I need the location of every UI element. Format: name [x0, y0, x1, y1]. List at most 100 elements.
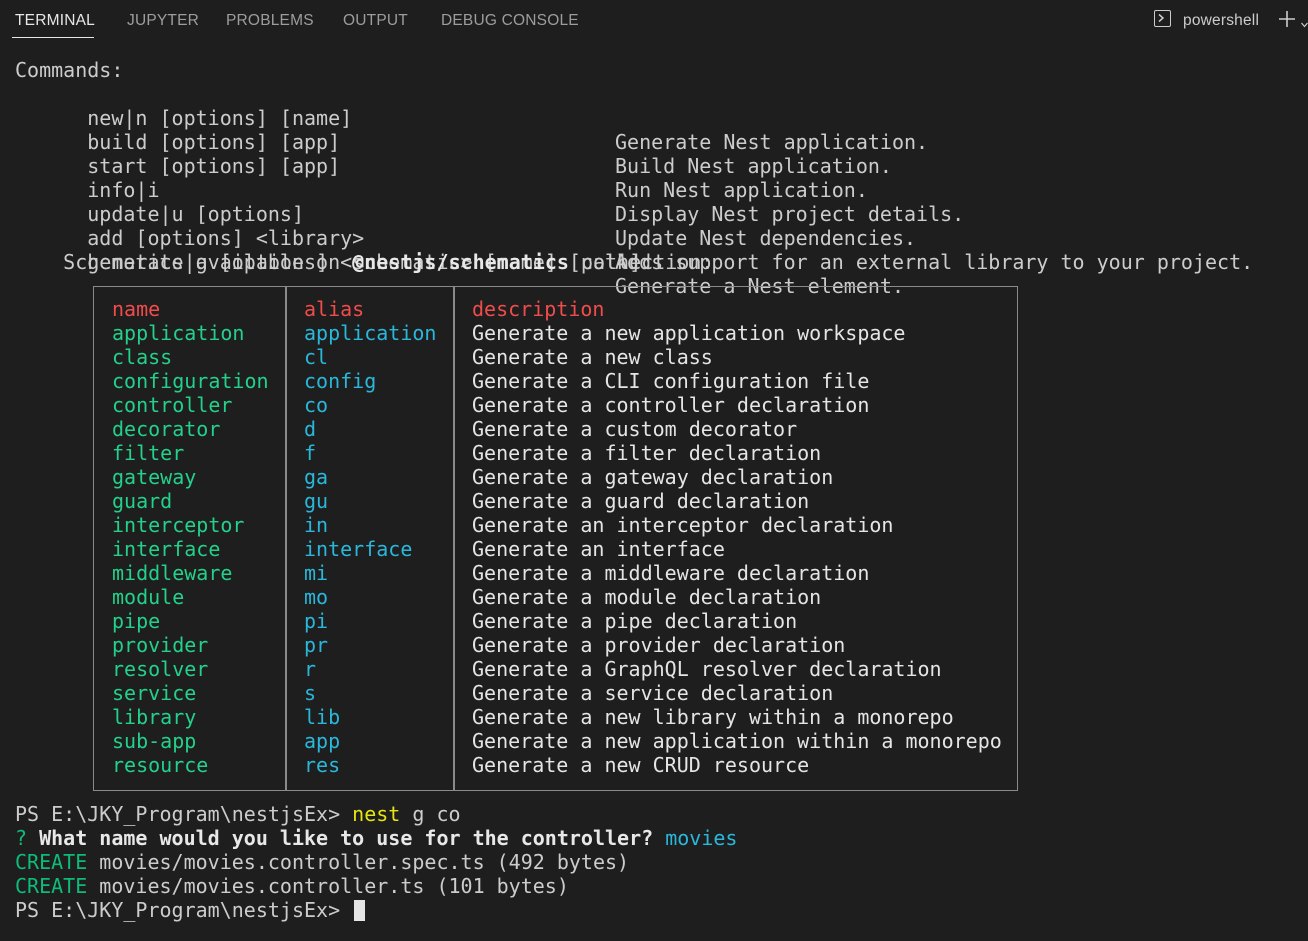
schematic-description: Generate a module declaration	[472, 585, 822, 609]
schematic-description: Generate a service declaration	[472, 681, 834, 705]
schematic-name: guard	[112, 489, 173, 513]
create-tag: CREATE	[15, 850, 88, 874]
schematic-alias: config	[304, 369, 377, 393]
schematic-name: interface	[112, 537, 221, 561]
prompt-line: PS E:\JKY_Program\nestjsEx> nest g co	[15, 802, 461, 826]
schematic-description: Generate a custom decorator	[472, 417, 798, 441]
table-header-description: description	[472, 297, 605, 321]
schematic-description: Generate a middleware declaration	[472, 561, 870, 585]
command-row: start [options] [app] Run Nest applicati…	[15, 130, 868, 202]
schematic-name: filter	[112, 441, 185, 465]
schematic-description: Generate a pipe declaration	[472, 609, 798, 633]
schematic-alias: d	[304, 417, 317, 441]
schematic-description: Generate an interface	[472, 537, 725, 561]
command-description: Generate Nest application.	[615, 130, 929, 154]
schematics-note-suffix: collection:	[568, 250, 714, 274]
tab-output[interactable]: OUTPUT	[343, 12, 408, 30]
schematics-collection-name: @nestjs/schematics	[352, 250, 569, 274]
create-line: CREATE movies/movies.controller.spec.ts …	[15, 850, 629, 874]
schematic-alias: interface	[304, 537, 413, 561]
schematic-description: Generate a guard declaration	[472, 489, 810, 513]
schematic-alias: ga	[304, 465, 329, 489]
schematic-description: Generate an interceptor declaration	[472, 513, 894, 537]
command-description: Display Nest project details.	[615, 202, 965, 226]
tab-terminal[interactable]: TERMINAL	[15, 12, 95, 30]
schematic-description: Generate a GraphQL resolver declaration	[472, 657, 942, 681]
schematic-name: module	[112, 585, 185, 609]
command-row: update|u [options] Update Nest dependenc…	[15, 178, 916, 250]
schematic-description: Generate a new application within a mono…	[472, 729, 1002, 753]
schematic-alias: co	[304, 393, 329, 417]
schematic-description: Generate a new application workspace	[472, 321, 906, 345]
schematic-alias: pr	[304, 633, 329, 657]
schematic-alias: cl	[304, 345, 329, 369]
question-text: What name would you like to use for the …	[27, 826, 654, 850]
table-divider	[285, 287, 287, 790]
shell-prompt: PS E:\JKY_Program\nestjsEx>	[15, 898, 353, 922]
tab-debug-console[interactable]: DEBUG CONSOLE	[441, 12, 579, 30]
schematic-alias: s	[304, 681, 317, 705]
create-tag: CREATE	[15, 874, 88, 898]
schematic-name: class	[112, 345, 173, 369]
command-description: Update Nest dependencies.	[615, 226, 917, 250]
schematic-name: gateway	[112, 465, 197, 489]
schematic-name: resolver	[112, 657, 209, 681]
schematics-note: Schematics available on @nestjs/schemati…	[15, 250, 713, 274]
schematic-name: controller	[112, 393, 233, 417]
schematic-alias: mo	[304, 585, 329, 609]
tab-jupyter[interactable]: JUPYTER	[127, 12, 199, 30]
schematic-description: Generate a new CRUD resource	[472, 753, 810, 777]
tab-problems[interactable]: PROBLEMS	[226, 12, 314, 30]
schematic-alias: r	[304, 657, 317, 681]
schematic-alias: app	[304, 729, 341, 753]
terminal-icon[interactable]	[1154, 10, 1171, 27]
command-row: add [options] <library> Adds support for…	[15, 202, 1253, 274]
schematics-table: name alias description application applicati…	[93, 286, 1018, 791]
command-row: build [options] [app] Build Nest applica…	[15, 106, 892, 178]
schematic-alias: f	[304, 441, 317, 465]
schematic-name: library	[112, 705, 197, 729]
schematic-description: Generate a gateway declaration	[472, 465, 834, 489]
prompt-line-active[interactable]: PS E:\JKY_Program\nestjsEx>	[15, 898, 366, 922]
schematic-alias: in	[304, 513, 329, 537]
create-line: CREATE movies/movies.controller.ts (101 …	[15, 874, 569, 898]
command-description: Run Nest application.	[615, 178, 868, 202]
text-cursor	[354, 900, 366, 921]
command-row: generate|g [options] <schematic> [name] …	[15, 226, 904, 298]
schematic-name: application	[112, 321, 245, 345]
created-file: movies/movies.controller.ts (101 bytes)	[87, 874, 569, 898]
schematic-alias: mi	[304, 561, 329, 585]
schematic-name: middleware	[112, 561, 233, 585]
shell-name[interactable]: powershell	[1183, 12, 1259, 30]
help-header: Commands:	[15, 58, 124, 82]
schematic-description: Generate a filter declaration	[472, 441, 822, 465]
schematic-name: decorator	[112, 417, 221, 441]
schematic-alias: application	[304, 321, 437, 345]
shell-prompt: PS E:\JKY_Program\nestjsEx>	[15, 802, 353, 826]
typed-command: nest	[352, 802, 401, 826]
schematic-description: Generate a new library within a monorepo	[472, 705, 954, 729]
schematic-name: resource	[112, 753, 209, 777]
active-tab-indicator	[12, 37, 94, 38]
schematic-name: interceptor	[112, 513, 245, 537]
schematic-name: provider	[112, 633, 209, 657]
new-terminal-icon[interactable]	[1277, 9, 1297, 34]
schematic-alias: res	[304, 753, 341, 777]
command-row: info|i Display Nest project details.	[15, 154, 964, 226]
terminal-output: Commands: new|n [options] [name] Generat…	[0, 0, 1308, 941]
schematics-note-prefix: Schematics available on	[15, 250, 353, 274]
table-header-alias: alias	[304, 297, 365, 321]
schematic-name: pipe	[112, 609, 161, 633]
chevron-down-icon[interactable]	[1301, 15, 1308, 33]
panel-tab-bar: TERMINAL JUPYTER PROBLEMS OUTPUT DEBUG C…	[0, 0, 1308, 42]
schematic-name: sub-app	[112, 729, 197, 753]
command-args: g co	[400, 802, 461, 826]
table-header-name: name	[112, 297, 161, 321]
command-description: Build Nest application.	[615, 154, 892, 178]
schematic-alias: lib	[304, 705, 341, 729]
table-divider	[453, 287, 455, 790]
question-mark: ?	[15, 826, 28, 850]
created-file: movies/movies.controller.spec.ts (492 by…	[87, 850, 630, 874]
schematic-description: Generate a new class	[472, 345, 713, 369]
schematic-description: Generate a provider declaration	[472, 633, 846, 657]
